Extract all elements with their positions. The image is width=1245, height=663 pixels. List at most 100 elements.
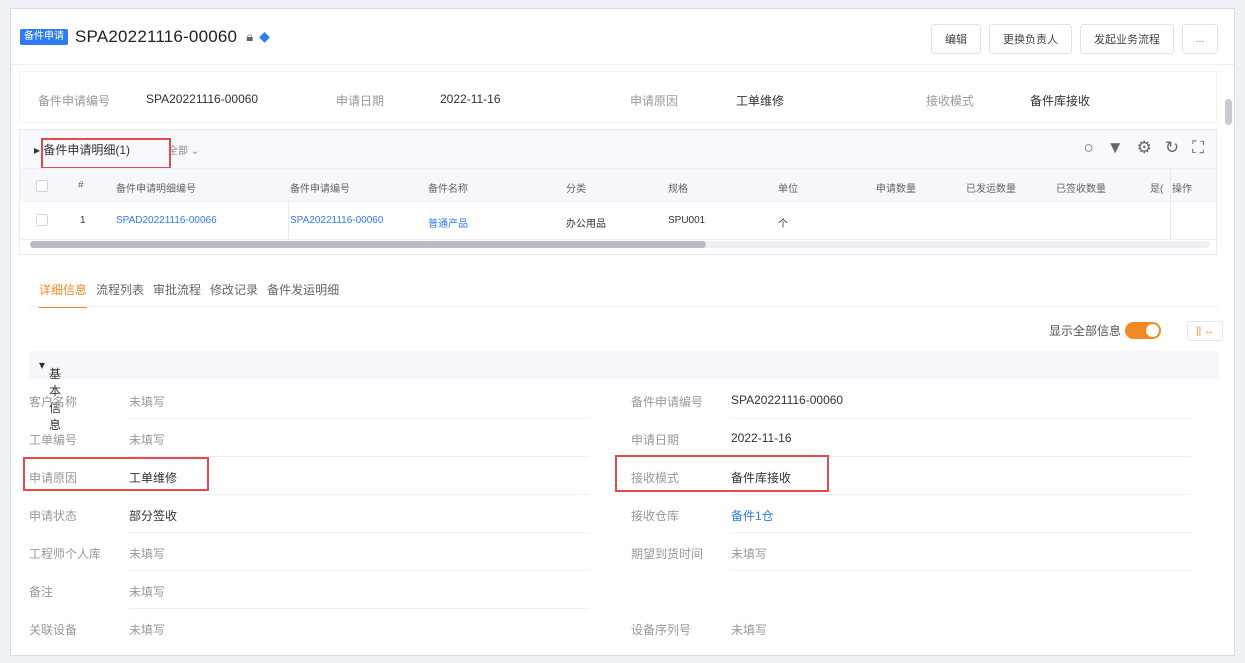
col-header[interactable]: 单位 <box>778 180 798 195</box>
apply-no-link[interactable]: SPA20221116-00060 <box>290 215 383 226</box>
summary-label: 申请日期 <box>336 94 385 108</box>
summary-value: SPA20221116-00060 <box>146 92 259 106</box>
show-all-label: 显示全部信息 <box>1049 324 1122 338</box>
summary-value: 工单维修 <box>736 94 785 108</box>
lock-icon[interactable]: 🔒︎ <box>246 29 253 45</box>
vertical-scrollbar[interactable] <box>1225 99 1232 125</box>
record-type-badge: 备件申请 <box>20 28 68 45</box>
refresh-icon[interactable]: ↻ <box>1165 138 1179 158</box>
field-label: 备注 <box>29 585 54 599</box>
field-value[interactable]: SPA20221116-00060 <box>731 393 843 407</box>
field-value[interactable]: 未填写 <box>129 545 165 562</box>
field-engineer-store: 工程师个人库 未填写 <box>29 533 599 571</box>
summary-value: 备件库接收 <box>1030 94 1091 108</box>
column-divider <box>288 202 289 240</box>
filter-value: 全部 <box>168 146 188 157</box>
unit-cell: 个 <box>778 219 788 230</box>
field-value[interactable]: 未填写 <box>129 431 165 448</box>
warehouse-link[interactable]: 备件1仓 <box>731 507 774 524</box>
field-device-serial: 设备序列号 未填写 <box>631 609 1221 647</box>
more-actions-button[interactable]: ... <box>1182 24 1218 54</box>
field-apply-status: 申请状态 部分签收 <box>29 495 599 533</box>
field-label: 申请状态 <box>29 509 78 523</box>
field-value[interactable]: 未填写 <box>129 393 165 410</box>
highlight-box <box>23 457 209 491</box>
field-divider <box>731 570 1191 571</box>
field-apply-no: 备件申请编号 SPA20221116-00060 <box>631 381 1221 419</box>
edit-button[interactable]: 编辑 <box>931 24 981 54</box>
field-label: 申请日期 <box>631 433 680 447</box>
field-label: 设备序列号 <box>631 623 692 637</box>
basic-info-section[interactable]: ▾ 基本信息 <box>29 351 1219 432</box>
column-divider <box>1170 168 1171 240</box>
col-header[interactable]: 分类 <box>566 180 586 195</box>
summary-label: 接收模式 <box>926 94 975 108</box>
tab-details[interactable]: 详细信息 <box>39 281 88 308</box>
row-index: 1 <box>80 215 86 226</box>
field-customer-name: 客户名称 未填写 <box>29 381 599 419</box>
tab-shipment-detail[interactable]: 备件发运明细 <box>267 281 339 308</box>
apply-detail-panel: ▸ 备件申请明细(1) 全部 ⌄ ○ ▼ ⚙ ↻ ⛶ # 备件申请明细编号 备件… <box>19 129 1217 255</box>
panel-toolbar: ▸ 备件申请明细(1) 全部 ⌄ ○ ▼ ⚙ ↻ ⛶ <box>20 130 1216 169</box>
field-expected-arrival: 期望到货时间 未填写 <box>631 533 1221 571</box>
field-value[interactable]: 未填写 <box>129 583 165 600</box>
col-header[interactable]: 已签收数量 <box>1056 180 1106 195</box>
field-label: 客户名称 <box>29 395 78 409</box>
col-header[interactable]: 已发运数量 <box>966 180 1016 195</box>
col-header[interactable]: 是( <box>1150 180 1163 195</box>
highlight-box <box>615 455 829 492</box>
field-value[interactable]: 未填写 <box>731 621 767 638</box>
settings-gear-icon[interactable]: ⚙ <box>1137 138 1152 158</box>
summary-value: 2022-11-16 <box>440 92 501 106</box>
field-value[interactable]: 未填写 <box>731 545 767 562</box>
tab-process-list[interactable]: 流程列表 <box>96 281 144 308</box>
tab-approval-flow[interactable]: 审批流程 <box>153 281 201 308</box>
search-icon[interactable]: ○ <box>1083 138 1093 158</box>
summary-label: 申请原因 <box>630 94 679 108</box>
record-title: SPA20221116-00060 <box>75 26 238 46</box>
field-value[interactable]: 2022-11-16 <box>731 431 792 445</box>
category-cell: 办公用品 <box>566 219 606 230</box>
filter-dropdown[interactable]: 全部 ⌄ <box>168 142 199 157</box>
field-value[interactable]: 部分签收 <box>129 507 177 524</box>
tab-change-log[interactable]: 修改记录 <box>210 281 258 308</box>
row-checkbox[interactable] <box>36 214 48 226</box>
show-all-toggle-group: 显示全部信息 <box>1049 322 1162 339</box>
filter-icon[interactable]: ▼ <box>1107 138 1124 158</box>
field-value[interactable]: 未填写 <box>129 621 165 638</box>
field-workorder-no: 工单编号 未填写 <box>29 419 599 457</box>
col-header[interactable]: 备件申请编号 <box>290 180 350 195</box>
field-label: 关联设备 <box>29 623 78 637</box>
record-detail-window: 备件申请 SPA20221116-00060 🔒︎ ◆ 编辑 更换负责人 发起业… <box>10 8 1235 656</box>
start-workflow-button[interactable]: 发起业务流程 <box>1080 24 1174 54</box>
col-header: 操作 <box>1172 184 1192 195</box>
col-header[interactable]: 备件申请明细编号 <box>116 180 196 195</box>
part-name-link[interactable]: 普通产品 <box>428 215 468 230</box>
select-all-checkbox[interactable] <box>36 180 48 192</box>
summary-strip: 备件申请编号 SPA20221116-00060 申请日期 2022-11-16… <box>19 71 1217 123</box>
record-header: 备件申请 SPA20221116-00060 🔒︎ ◆ 编辑 更换负责人 发起业… <box>11 9 1234 65</box>
highlight-box <box>41 138 171 169</box>
section-title: ▾ 基本信息 <box>39 358 62 432</box>
table-row[interactable]: 1 SPAD20221116-00066 SPA20221116-00060 普… <box>20 202 1216 240</box>
header-actions: 编辑 更换负责人 发起业务流程 ... <box>931 24 1218 54</box>
layout-columns-button[interactable]: || ↔ <box>1187 321 1223 341</box>
field-label: 期望到货时间 <box>631 547 704 561</box>
field-remark: 备注 未填写 <box>29 571 599 609</box>
fullscreen-icon[interactable]: ⛶ <box>1192 138 1204 158</box>
col-header[interactable]: 备件名称 <box>428 180 468 195</box>
detail-no-link[interactable]: SPAD20221116-00066 <box>116 215 217 226</box>
summary-label: 备件申请编号 <box>38 94 111 108</box>
table-header: # 备件申请明细编号 备件申请编号 备件名称 分类 规格 单位 申请数量 已发运… <box>20 168 1216 202</box>
spec-cell: SPU001 <box>668 215 706 226</box>
field-related-device: 关联设备 未填写 <box>29 609 599 647</box>
detail-tabs: 详细信息 流程列表 审批流程 修改记录 备件发运明细 <box>39 281 339 308</box>
col-header[interactable]: 规格 <box>668 180 688 195</box>
col-header[interactable]: 申请数量 <box>876 180 916 195</box>
change-owner-button[interactable]: 更换负责人 <box>989 24 1072 54</box>
horizontal-scrollbar[interactable] <box>30 241 706 248</box>
edit-tag-icon[interactable]: ◆ <box>259 28 270 45</box>
show-all-toggle[interactable] <box>1125 322 1162 339</box>
panel-tools: ○ ▼ ⚙ ↻ ⛶ <box>1083 138 1204 158</box>
field-label: 工单编号 <box>29 433 78 447</box>
